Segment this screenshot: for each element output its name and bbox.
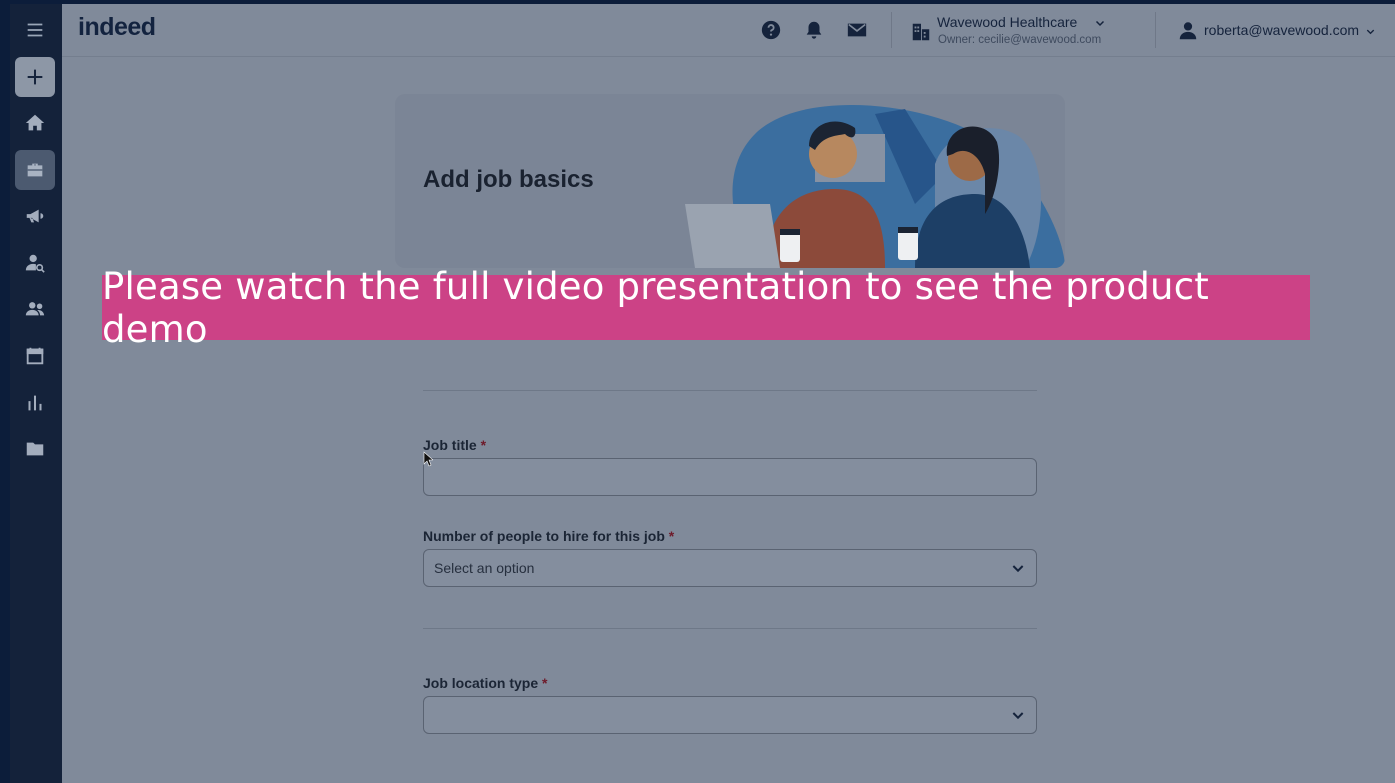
location-type-select[interactable] [423,696,1037,734]
location-type-label: Job location type * [423,675,547,691]
user-email[interactable]: roberta@wavewood.com [1204,22,1359,38]
menu-button[interactable] [15,10,55,50]
mouse-cursor-icon [423,451,433,467]
required-marker: * [480,437,487,453]
chevron-down-icon[interactable] [1365,26,1376,37]
demo-notice-banner: Please watch the full video presentation… [102,265,1310,351]
chevron-down-icon[interactable] [1094,17,1106,29]
add-button[interactable] [15,57,55,97]
company-switcher-icon[interactable] [910,21,932,43]
nav-find-candidates[interactable] [15,243,55,283]
indeed-logo[interactable]: indeed [78,13,156,42]
messages-button[interactable] [846,19,868,41]
section-divider [423,390,1037,391]
folder-icon [26,442,44,456]
help-icon [761,20,781,40]
company-owner: Owner: cecilie@wavewood.com [938,34,1102,46]
header-divider [1155,12,1156,48]
hire-count-select[interactable]: Select an option [423,549,1037,587]
candidate-search-icon [25,254,45,273]
chevron-down-icon [1012,712,1024,720]
people-icon [25,302,45,316]
sidebar [10,4,62,783]
nav-campaigns[interactable] [15,196,55,236]
megaphone-icon [26,209,44,223]
nav-home[interactable] [15,103,55,143]
main-content: indeed Wavewood Healthcare Owner: cecili… [62,4,1395,783]
location-type-label-text: Job location type [423,675,539,691]
nav-files[interactable] [15,429,55,469]
hire-count-label-text: Number of people to hire for this job [423,528,665,544]
mail-icon [847,23,867,37]
top-header: indeed Wavewood Healthcare Owner: cecili… [62,4,1395,57]
jobs-icon [27,163,43,177]
add-icon [27,69,43,85]
hire-count-placeholder: Select an option [434,560,535,576]
required-marker: * [668,528,675,544]
analytics-icon [28,395,42,411]
user-avatar[interactable] [1177,20,1199,42]
hiring-illustration [685,105,1065,268]
calendar-icon [26,347,44,365]
job-title-input[interactable] [423,458,1037,496]
company-name[interactable]: Wavewood Healthcare [937,14,1077,30]
header-divider [891,12,892,48]
section-divider [423,628,1037,629]
page-title: Add job basics [423,166,594,193]
help-button[interactable] [760,19,782,41]
required-marker: * [542,675,548,691]
nav-interviews[interactable] [15,336,55,376]
building-icon [912,23,930,41]
menu-icon [27,23,43,37]
home-icon [25,114,45,131]
nav-candidates[interactable] [15,289,55,329]
chevron-down-icon [1012,565,1024,573]
nav-jobs[interactable] [15,150,55,190]
notifications-button[interactable] [803,19,825,41]
hero-card: Add job basics [395,94,1065,268]
user-icon [1179,22,1197,40]
nav-analytics[interactable] [15,383,55,423]
bell-icon [806,21,822,39]
hire-count-label: Number of people to hire for this job * [423,528,674,544]
